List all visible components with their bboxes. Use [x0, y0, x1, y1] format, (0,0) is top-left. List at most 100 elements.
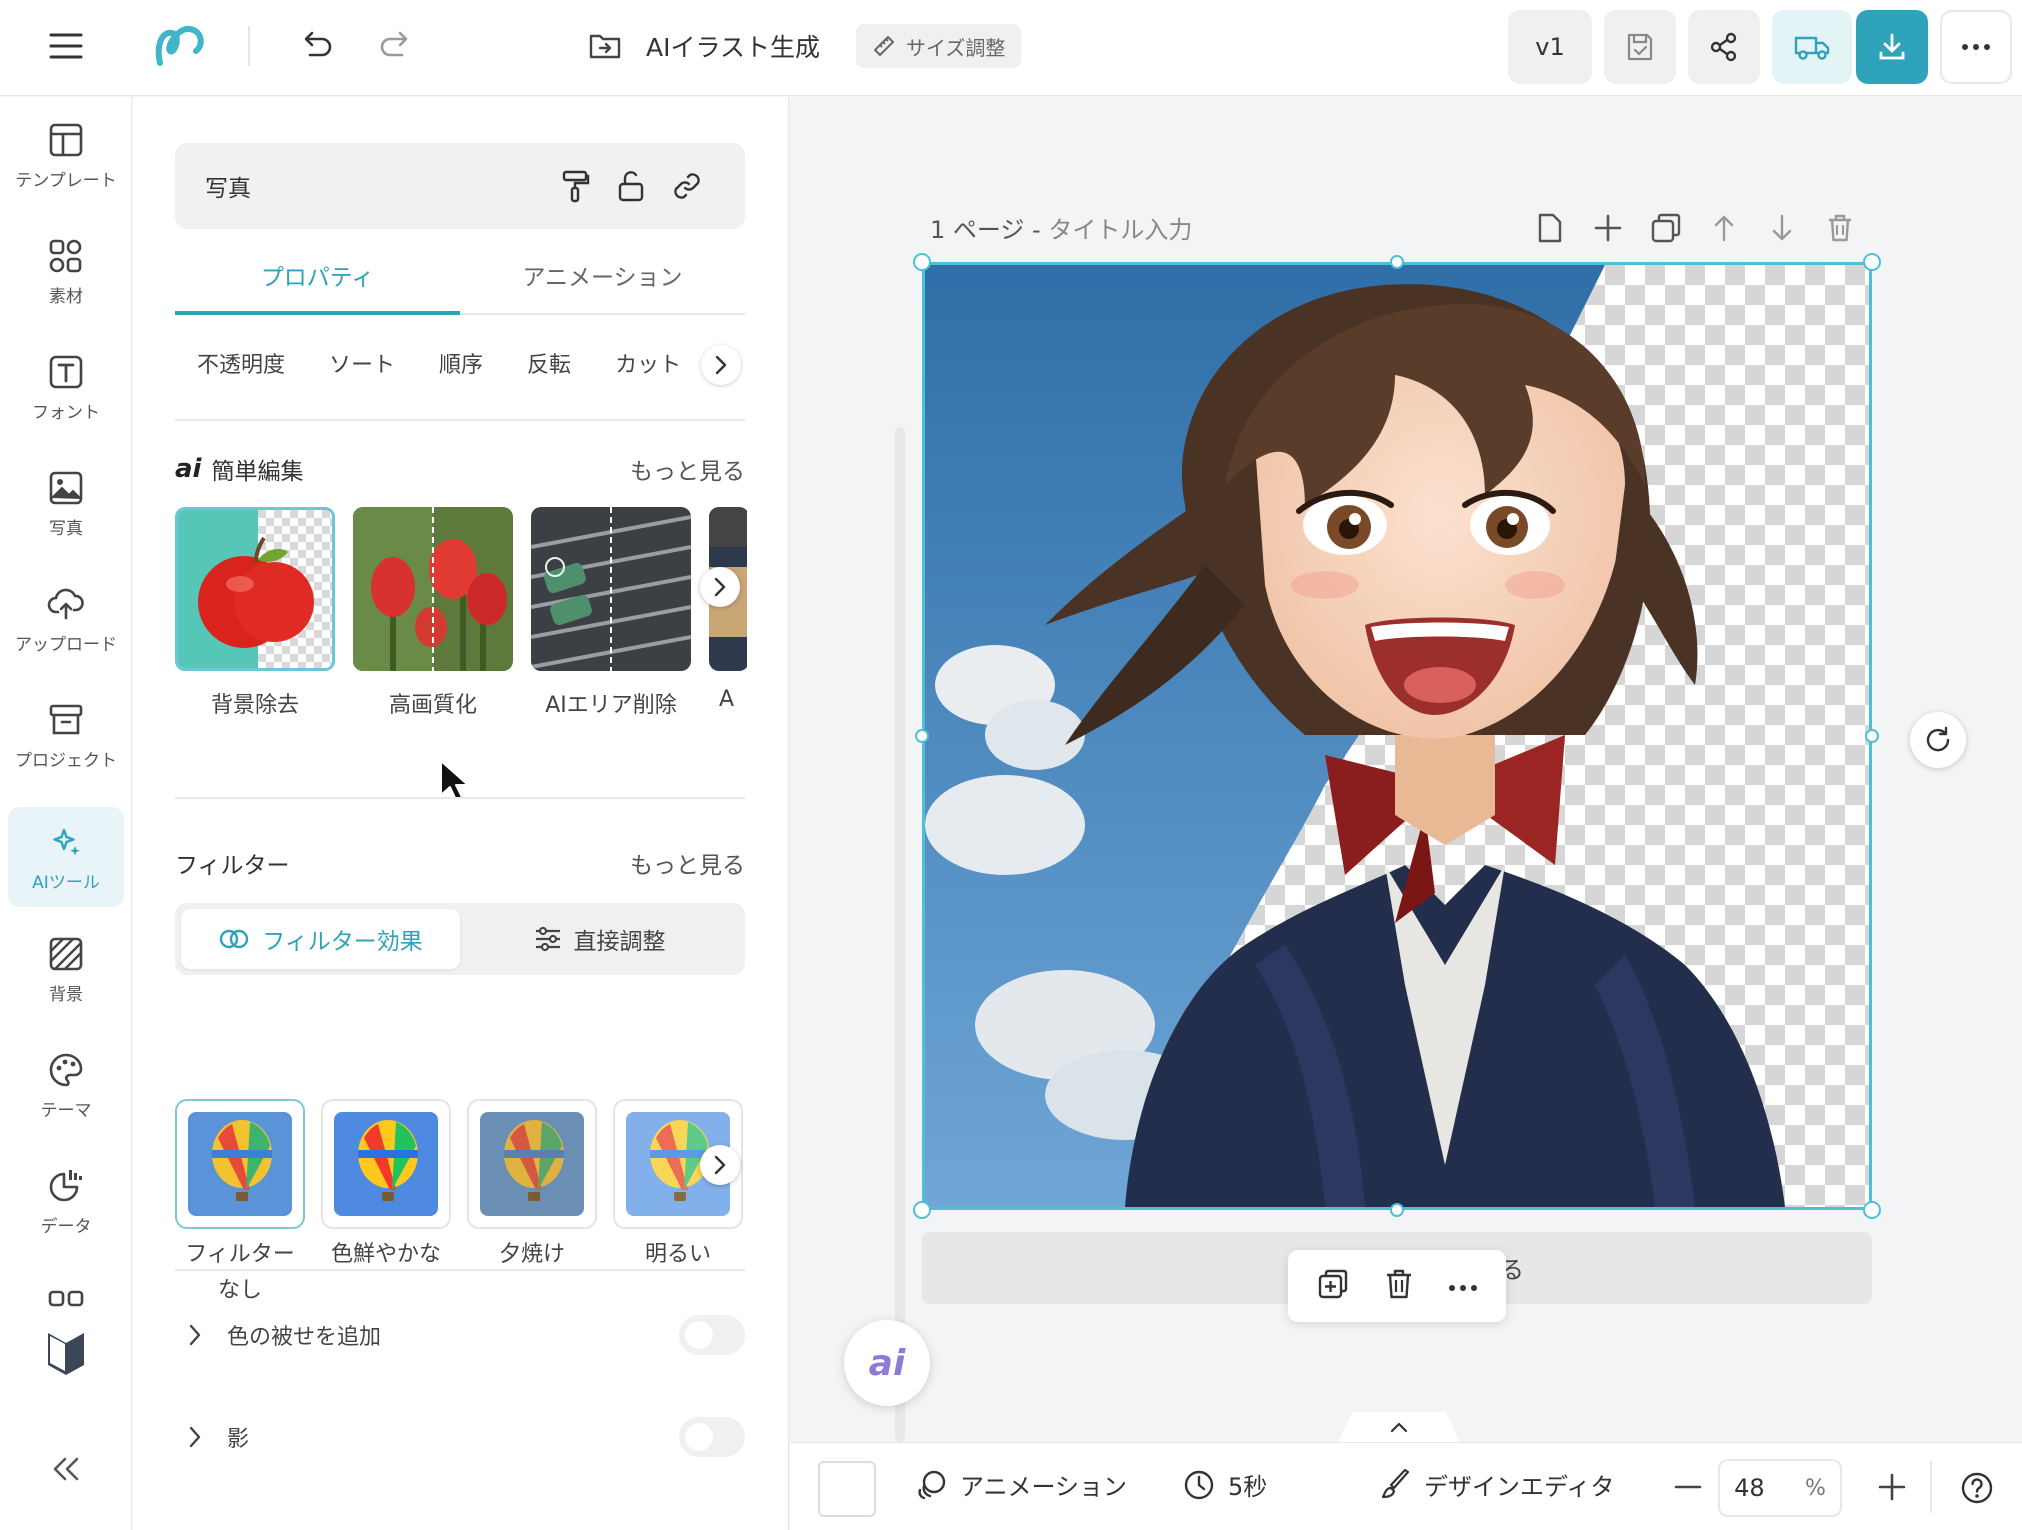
- zoom-input[interactable]: 48 %: [1718, 1459, 1842, 1517]
- quick-edit-label: A: [719, 687, 735, 712]
- project-title[interactable]: AIイラスト生成: [588, 24, 820, 68]
- subtab-order[interactable]: 順序: [439, 347, 483, 379]
- filter-effect-label: フィルター効果: [262, 929, 423, 955]
- resize-handle-right[interactable]: [1865, 729, 1879, 743]
- tab-animation[interactable]: アニメーション: [460, 237, 745, 313]
- paint-roller-icon[interactable]: [547, 169, 603, 203]
- left-rail: テンプレート 素材 フォント 写真 アップロード プロジェクト AIツール 背景…: [0, 97, 132, 1530]
- rail-item-fonts[interactable]: フォント: [8, 337, 124, 437]
- quick-edit-next-button[interactable]: [700, 567, 740, 607]
- anime-girl-illustration[interactable]: [925, 265, 1869, 1207]
- ai-assistant-button[interactable]: ai: [844, 1320, 930, 1406]
- shadow-row[interactable]: 影: [175, 1407, 745, 1467]
- rail-item-upload[interactable]: アップロード: [8, 569, 124, 669]
- subtab-sort[interactable]: ソート: [329, 347, 395, 379]
- beginner-guide-icon[interactable]: [40, 1325, 92, 1381]
- version-button[interactable]: v1: [1508, 10, 1592, 84]
- direct-adjust-tab[interactable]: 直接調整: [460, 909, 739, 969]
- quick-edit-upscale[interactable]: [353, 507, 513, 671]
- blank-page-icon[interactable]: [1532, 208, 1568, 248]
- delete-icon[interactable]: [1385, 1268, 1413, 1304]
- zoom-in-button[interactable]: [1874, 1469, 1910, 1505]
- resize-handle-left[interactable]: [915, 729, 929, 743]
- filter-none[interactable]: [175, 1099, 305, 1229]
- save-button[interactable]: [1604, 10, 1676, 84]
- subtab-opacity[interactable]: 不透明度: [197, 347, 285, 379]
- parking-lot-image: [531, 507, 691, 671]
- design-editor-button[interactable]: デザインエディタ: [1380, 1467, 1614, 1502]
- rail-item-projects[interactable]: プロジェクト: [8, 685, 124, 785]
- resize-handle-top-right[interactable]: [1863, 253, 1881, 271]
- resize-button[interactable]: サイズ調整: [856, 24, 1022, 68]
- brush-icon: [1381, 1468, 1410, 1498]
- undo-icon[interactable]: [292, 24, 340, 68]
- print-order-button[interactable]: [1772, 10, 1852, 84]
- rail-label: フォント: [32, 402, 100, 423]
- quick-edit-remove-bg[interactable]: [175, 507, 335, 671]
- menu-icon[interactable]: [40, 24, 92, 68]
- unlock-icon[interactable]: [603, 169, 659, 203]
- duration-button[interactable]: 5秒: [1182, 1467, 1267, 1502]
- filter-title: フィルター: [175, 853, 290, 879]
- subtabs-next-button[interactable]: [701, 345, 741, 385]
- quick-edit-header: ai 簡単編集 もっと見る: [175, 449, 745, 489]
- share-button[interactable]: [1688, 10, 1760, 84]
- add-page-icon[interactable]: [1590, 208, 1626, 248]
- resize-handle-top[interactable]: [1390, 255, 1404, 269]
- tab-properties[interactable]: プロパティ: [175, 237, 460, 315]
- design-canvas[interactable]: [922, 262, 1872, 1210]
- page-tools: [1532, 208, 1858, 248]
- subtab-cut[interactable]: カット: [615, 347, 681, 379]
- filter-more-link[interactable]: もっと見る: [630, 846, 745, 880]
- trash-icon[interactable]: [1822, 208, 1858, 248]
- filter-effect-tab[interactable]: フィルター効果: [181, 909, 460, 969]
- rail-item-background[interactable]: 背景: [8, 919, 124, 1019]
- filter-label: 夕焼け: [498, 1242, 565, 1267]
- more-options-button[interactable]: [1940, 10, 2012, 84]
- panel-scrollbar[interactable]: [895, 427, 905, 1442]
- more-apps-icon[interactable]: [44, 1287, 88, 1315]
- background-color-swatch[interactable]: [818, 1461, 876, 1517]
- zoom-out-button[interactable]: [1670, 1469, 1706, 1505]
- redo-icon[interactable]: [372, 24, 420, 68]
- duplicate-page-icon[interactable]: [1648, 208, 1684, 248]
- duplicate-icon[interactable]: [1316, 1267, 1350, 1305]
- quick-edit-ai-erase[interactable]: [531, 507, 691, 671]
- rotate-button[interactable]: [1910, 712, 1966, 768]
- truck-icon: [1794, 36, 1830, 60]
- rail-label: アップロード: [15, 634, 117, 655]
- filter-vivid[interactable]: [321, 1099, 451, 1229]
- ai-assistant-label: ai: [868, 1342, 906, 1384]
- rail-item-templates[interactable]: テンプレート: [8, 105, 124, 205]
- rail-label: 写真: [49, 518, 83, 539]
- filter-next-button[interactable]: [700, 1145, 740, 1185]
- page-title-input[interactable]: タイトル入力: [1048, 216, 1192, 244]
- chevron-right-icon: [175, 1425, 215, 1449]
- rail-item-ai-tools[interactable]: AIツール: [8, 807, 124, 907]
- help-button[interactable]: [1958, 1469, 1996, 1507]
- expand-pages-button[interactable]: [1338, 1412, 1460, 1442]
- resize-handle-bottom[interactable]: [1390, 1203, 1404, 1217]
- rail-item-theme[interactable]: テーマ: [8, 1035, 124, 1135]
- link-icon[interactable]: [659, 170, 715, 202]
- resize-handle-bottom-left[interactable]: [913, 1201, 931, 1219]
- quick-edit-more-link[interactable]: もっと見る: [630, 452, 745, 486]
- shadow-toggle[interactable]: [679, 1417, 745, 1457]
- chevron-right-icon: [715, 355, 727, 375]
- animation-button[interactable]: アニメーション: [914, 1467, 1127, 1502]
- arrow-down-icon[interactable]: [1764, 208, 1800, 248]
- more-horizontal-icon[interactable]: [1448, 1277, 1478, 1296]
- color-overlay-row[interactable]: 色の被せを追加: [175, 1305, 745, 1365]
- rail-item-elements[interactable]: 素材: [8, 221, 124, 321]
- arrow-up-icon[interactable]: [1706, 208, 1742, 248]
- color-overlay-toggle[interactable]: [679, 1315, 745, 1355]
- download-button[interactable]: [1856, 10, 1928, 84]
- rail-item-data[interactable]: データ: [8, 1151, 124, 1251]
- subtab-flip[interactable]: 反転: [527, 347, 571, 379]
- collapse-rail-icon[interactable]: [44, 1449, 88, 1489]
- resize-handle-bottom-right[interactable]: [1863, 1201, 1881, 1219]
- app-logo[interactable]: [148, 18, 212, 74]
- rail-item-photos[interactable]: 写真: [8, 453, 124, 553]
- resize-handle-top-left[interactable]: [913, 253, 931, 271]
- filter-sunset[interactable]: [467, 1099, 597, 1229]
